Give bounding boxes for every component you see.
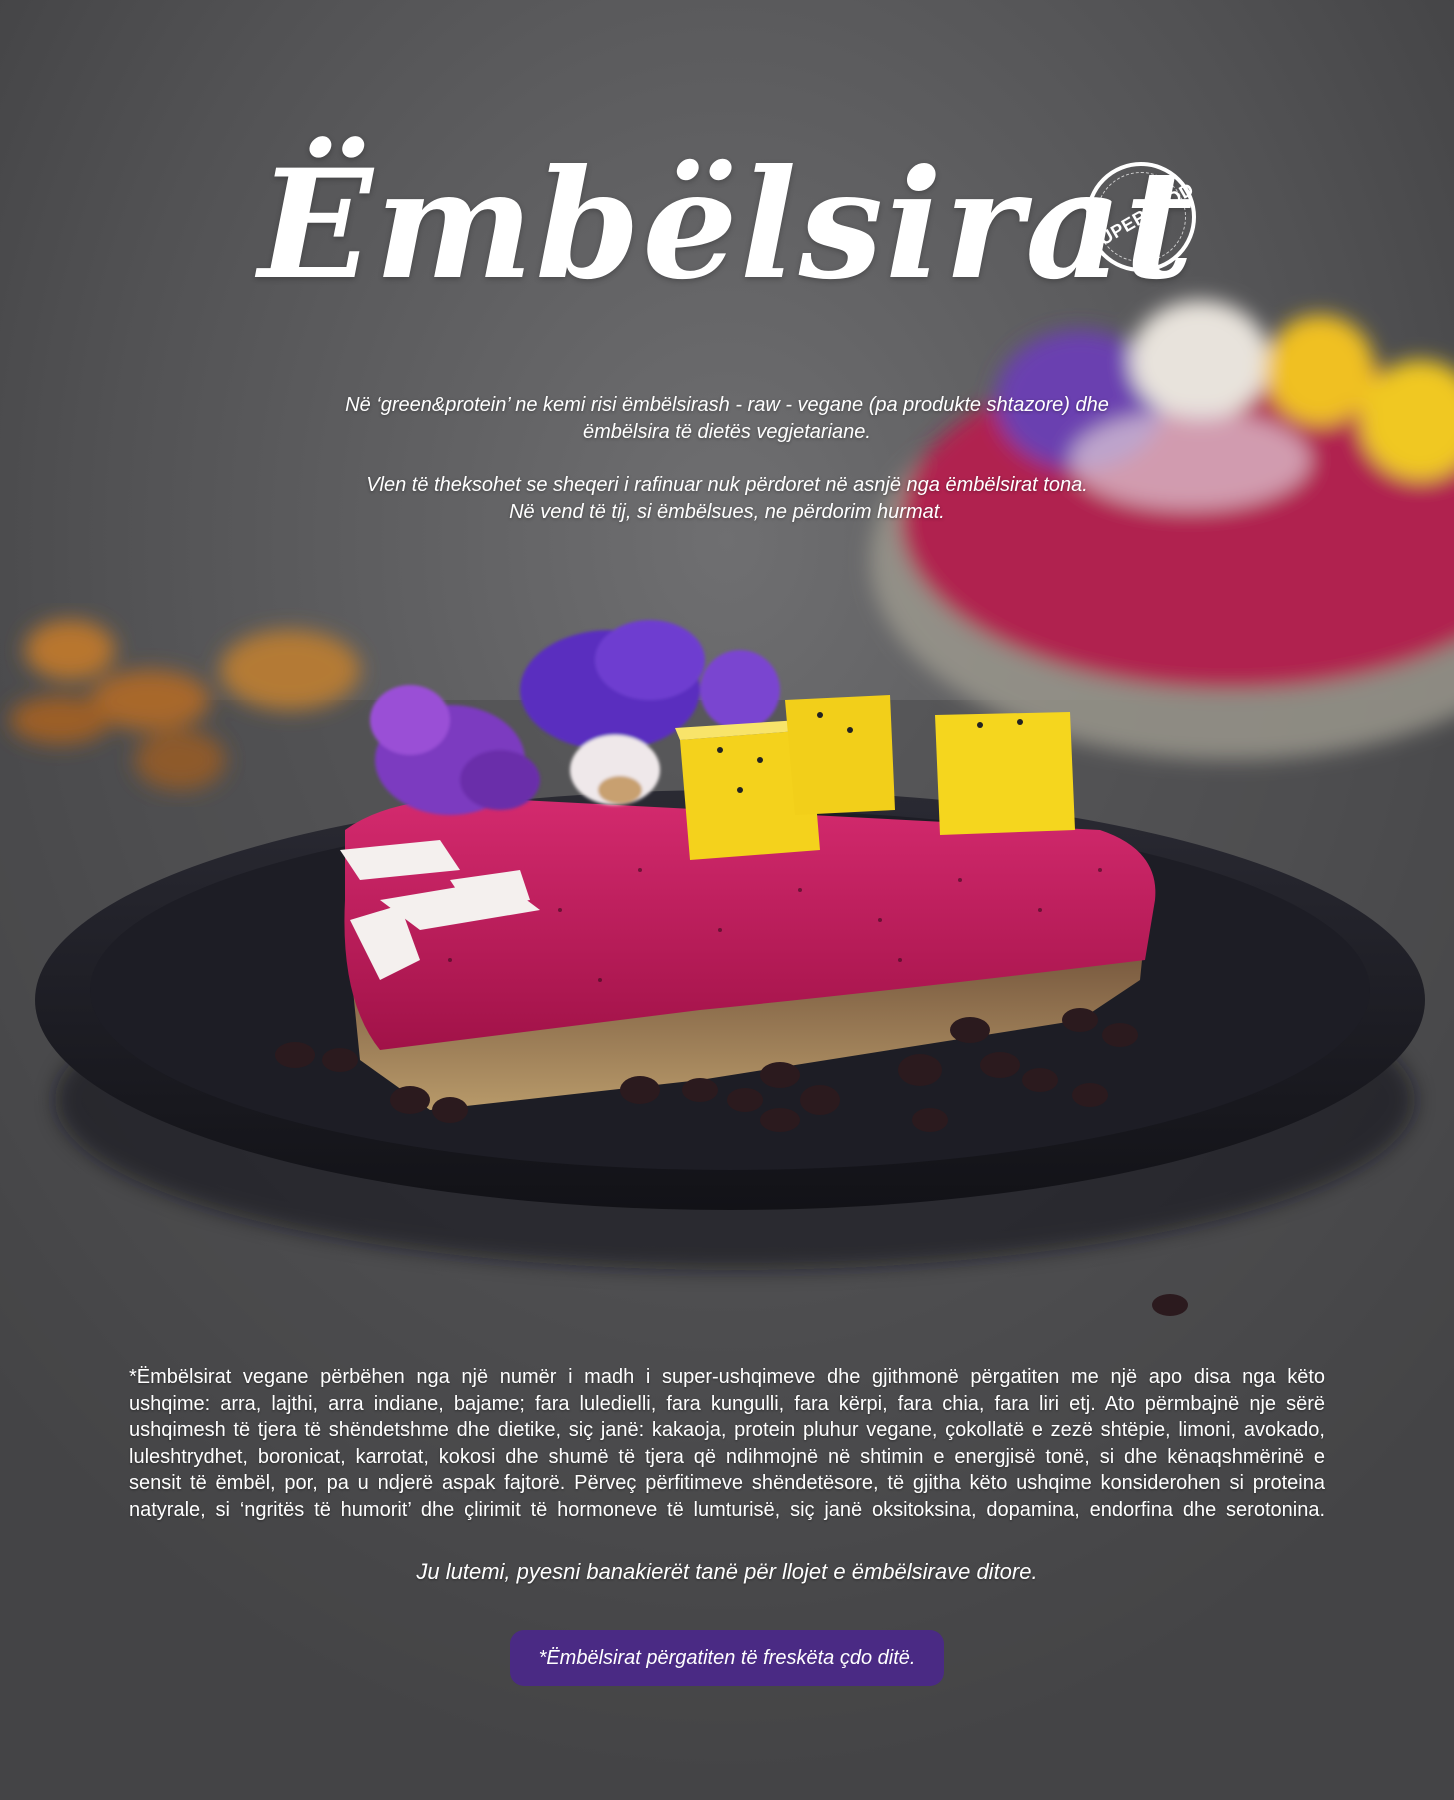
intro-paragraph-1: Në ‘green&protein’ ne kemi risi ëmbëlsir…: [300, 392, 1154, 446]
paragraph-line: ushqimesh të tjera të shëndetshme dhe di…: [129, 1419, 1325, 1442]
intro-line: Në vend të tij, si ëmbëlsues, ne përdori…: [509, 501, 945, 523]
paragraph-line: sensit të ëmbël, por, pa u ndjerë aspak …: [129, 1472, 1325, 1495]
paragraph-line: natyrale, si ‘ngritës të humorit’ dhe çl…: [129, 1498, 1325, 1521]
freshness-banner: *Ëmbëlsirat përgatiten të freskëta çdo d…: [510, 1630, 944, 1686]
paragraph-line: luleshtrydhet, boronicat, karrotat, koko…: [129, 1445, 1325, 1468]
ask-staff-note: Ju lutemi, pyesni banakierët tanë për ll…: [416, 1559, 1038, 1584]
superfood-badge: SUPERFOOD: [1084, 162, 1197, 272]
ingredients-paragraph: *Ëmbëlsirat vegane përbëhen nga një numë…: [129, 1364, 1325, 1524]
paragraph-line: ushqime: arra, lajthi, arra indiane, baj…: [129, 1392, 1325, 1415]
intro-text: Në ‘green&protein’ ne kemi risi ëmbëlsir…: [300, 392, 1154, 552]
intro-line: ëmbëlsira të dietës vegjetariane.: [583, 421, 871, 443]
intro-paragraph-2: Vlen të theksohet se sheqeri i rafinuar …: [300, 472, 1154, 526]
paragraph-line: *Ëmbëlsirat vegane përbëhen nga një numë…: [129, 1366, 1325, 1388]
intro-line: Në ‘green&protein’ ne kemi risi ëmbëlsir…: [345, 394, 1109, 416]
intro-line: Vlen të theksohet se sheqeri i rafinuar …: [366, 474, 1088, 496]
page-title: Ëmbëlsirat: [258, 137, 1196, 313]
